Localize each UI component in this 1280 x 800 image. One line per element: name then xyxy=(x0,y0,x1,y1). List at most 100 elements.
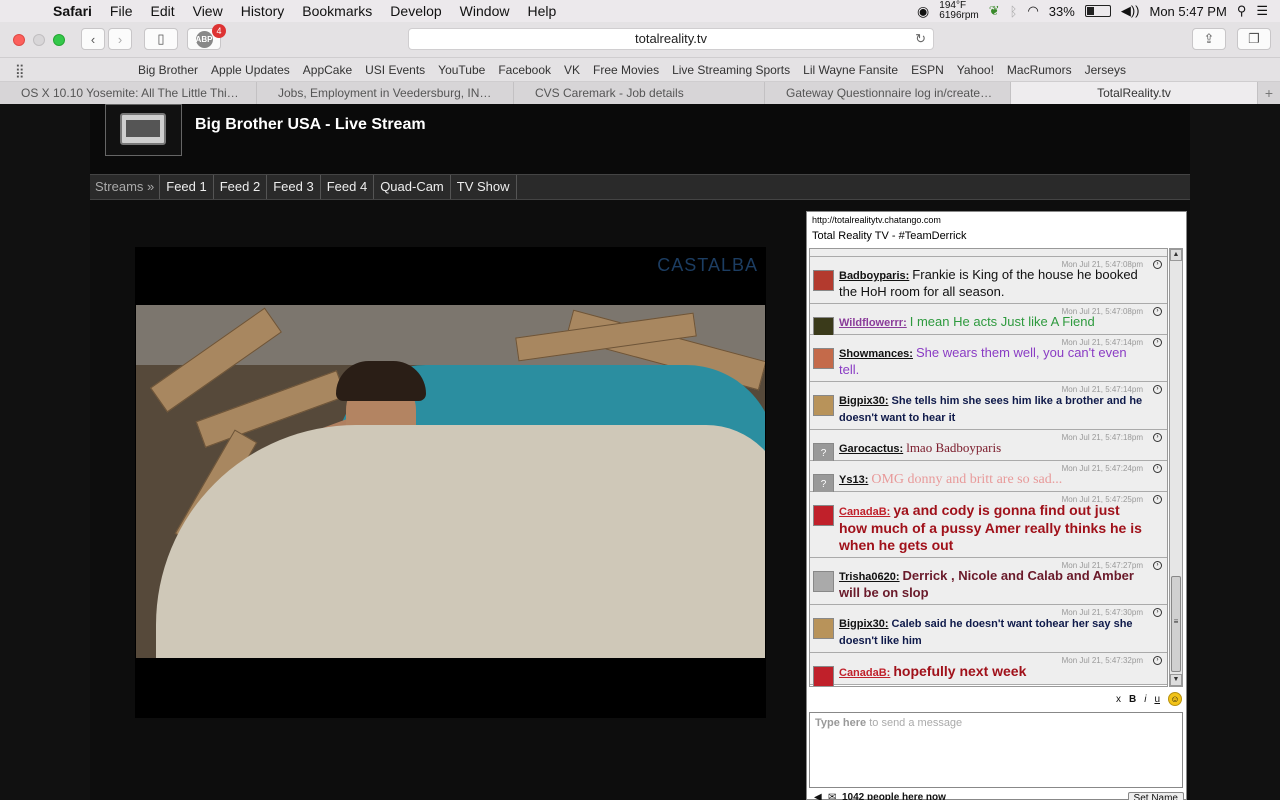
chat-url[interactable]: http://totalrealitytv.chatango.com xyxy=(812,215,941,225)
flag-icon[interactable]: › xyxy=(1153,608,1162,617)
chat-messages[interactable]: Mon Jul 21, 5:47:08pm › Badboyparis: Fran… xyxy=(809,248,1168,687)
message-username[interactable]: Badboyparis: xyxy=(839,270,909,282)
menu-view[interactable]: View xyxy=(184,3,232,19)
message-username[interactable]: CanadaB: xyxy=(839,506,890,518)
message-username[interactable]: Bigpix30: xyxy=(839,395,889,407)
browser-tab[interactable]: CVS Caremark - Job details xyxy=(514,82,765,104)
emoji-icon[interactable]: ☺ xyxy=(1168,692,1182,706)
video-player[interactable]: CASTALBA xyxy=(135,247,766,718)
bookmark-item[interactable]: Lil Wayne Fansite xyxy=(803,63,911,77)
italic-button[interactable]: i xyxy=(1144,694,1146,705)
bookmark-item[interactable]: ESPN xyxy=(911,63,957,77)
bookmark-item[interactable]: Apple Updates xyxy=(211,63,303,77)
message-username[interactable]: Wildflowerrr: xyxy=(839,317,907,329)
sidebar-toggle-button[interactable]: ▯ xyxy=(144,28,178,50)
flag-icon[interactable]: › xyxy=(1153,307,1162,316)
bookmark-item[interactable]: AppCake xyxy=(303,63,365,77)
nav-quad-cam[interactable]: Quad-Cam xyxy=(374,175,451,199)
forward-button[interactable]: › xyxy=(108,28,132,50)
spotlight-search-icon[interactable]: ⚲ xyxy=(1237,3,1247,19)
bookmark-item[interactable]: Yahoo! xyxy=(957,63,1007,77)
menu-edit[interactable]: Edit xyxy=(141,3,183,19)
flag-icon[interactable]: › xyxy=(1153,561,1162,570)
browser-tab[interactable]: OS X 10.10 Yosemite: All The Little Thi… xyxy=(0,82,257,104)
top-sites-grid-icon[interactable]: ⣿ xyxy=(15,63,25,79)
menu-window[interactable]: Window xyxy=(451,3,519,19)
nav-feed-3[interactable]: Feed 3 xyxy=(267,175,321,199)
avatar[interactable] xyxy=(813,395,834,416)
menu-file[interactable]: File xyxy=(101,3,142,19)
menu-develop[interactable]: Develop xyxy=(381,3,450,19)
adblock-button[interactable]: ABP 4 xyxy=(187,24,226,50)
flag-icon[interactable]: › xyxy=(1153,495,1162,504)
menu-help[interactable]: Help xyxy=(518,3,565,19)
message-username[interactable]: Bigpix30: xyxy=(839,618,889,630)
video-frame[interactable] xyxy=(136,305,765,658)
back-button[interactable]: ‹ xyxy=(81,28,105,50)
underline-button[interactable]: u xyxy=(1154,694,1160,705)
nav-tv-show[interactable]: TV Show xyxy=(451,175,517,199)
share-button[interactable]: ⇪ xyxy=(1192,28,1226,50)
new-tab-button[interactable]: + xyxy=(1258,82,1280,104)
chevron-down-icon[interactable]: ▼ xyxy=(1170,674,1182,686)
bookmark-item[interactable]: MacRumors xyxy=(1007,63,1085,77)
zoom-window-button[interactable] xyxy=(53,34,65,46)
nav-feed-4[interactable]: Feed 4 xyxy=(321,175,375,199)
flag-icon[interactable]: › xyxy=(1153,656,1162,665)
message-username[interactable]: Garocactus: xyxy=(839,443,903,455)
bookmark-item[interactable]: Big Brother xyxy=(138,63,211,77)
bookmark-item[interactable]: YouTube xyxy=(438,63,498,77)
clear-format-button[interactable]: x xyxy=(1116,694,1121,705)
message-username[interactable]: Ys13: xyxy=(839,474,868,486)
menu-app-safari[interactable]: Safari xyxy=(44,3,101,19)
notification-center-icon[interactable]: ☰ xyxy=(1256,3,1268,19)
message-username[interactable]: Showmances: xyxy=(839,348,913,360)
bookmark-item[interactable]: USI Events xyxy=(365,63,438,77)
browser-tab[interactable]: Jobs, Employment in Veedersburg, IN… xyxy=(257,82,514,104)
minimize-window-button[interactable] xyxy=(33,34,45,46)
avatar[interactable] xyxy=(813,348,834,369)
address-bar[interactable]: totalreality.tv ↻ xyxy=(408,28,934,50)
chevron-up-icon[interactable]: ▲ xyxy=(1170,249,1182,261)
fan-icon[interactable]: ◉ xyxy=(917,3,929,20)
bookmark-item[interactable]: Live Streaming Sports xyxy=(672,63,803,77)
set-name-button[interactable]: Set Name xyxy=(1127,792,1184,800)
chat-message-input[interactable]: Type here to send a message xyxy=(809,712,1183,788)
flag-icon[interactable]: › xyxy=(1153,464,1162,473)
nav-feed-1[interactable]: Feed 1 xyxy=(160,175,214,199)
menu-history[interactable]: History xyxy=(232,3,294,19)
flag-icon[interactable]: › xyxy=(1153,338,1162,347)
bookmark-item[interactable]: Free Movies xyxy=(593,63,672,77)
message-username[interactable]: CanadaB: xyxy=(839,667,890,679)
bold-button[interactable]: B xyxy=(1129,694,1136,705)
show-all-tabs-button[interactable]: ❐ xyxy=(1237,28,1271,50)
browser-tab[interactable]: Gateway Questionnaire log in/create… xyxy=(765,82,1011,104)
avatar[interactable] xyxy=(813,505,834,526)
flag-icon[interactable]: › xyxy=(1153,260,1162,269)
menu-bookmarks[interactable]: Bookmarks xyxy=(293,3,381,19)
clock[interactable]: Mon 5:47 PM xyxy=(1149,4,1226,19)
leaf-icon[interactable]: ❦ xyxy=(989,3,1000,19)
nav-feed-2[interactable]: Feed 2 xyxy=(214,175,268,199)
flag-icon[interactable]: › xyxy=(1153,433,1162,442)
collapse-arrow-icon[interactable]: ◀ xyxy=(814,792,822,800)
volume-icon[interactable]: ◀)) xyxy=(1121,3,1140,19)
bluetooth-icon[interactable]: ᛒ xyxy=(1010,4,1018,19)
avatar[interactable] xyxy=(813,270,834,291)
bookmark-item[interactable]: VK xyxy=(564,63,593,77)
bookmark-item[interactable]: Jerseys xyxy=(1085,63,1139,77)
message-username[interactable]: Trisha0620: xyxy=(839,571,900,583)
wifi-icon[interactable]: ◠ xyxy=(1027,3,1038,19)
avatar[interactable] xyxy=(813,618,834,639)
avatar[interactable] xyxy=(813,571,834,592)
chat-scrollbar[interactable]: ▲ ≡ ▼ xyxy=(1169,248,1183,687)
battery-icon[interactable] xyxy=(1084,5,1111,17)
browser-tab-active[interactable]: TotalReality.tv xyxy=(1011,82,1258,104)
close-window-button[interactable] xyxy=(13,34,25,46)
site-logo[interactable] xyxy=(105,104,182,156)
scrollbar-thumb[interactable]: ≡ xyxy=(1171,576,1181,672)
avatar[interactable] xyxy=(813,666,834,686)
mail-icon[interactable]: ✉ xyxy=(828,792,836,800)
flag-icon[interactable]: › xyxy=(1153,385,1162,394)
bookmark-item[interactable]: Facebook xyxy=(498,63,564,77)
